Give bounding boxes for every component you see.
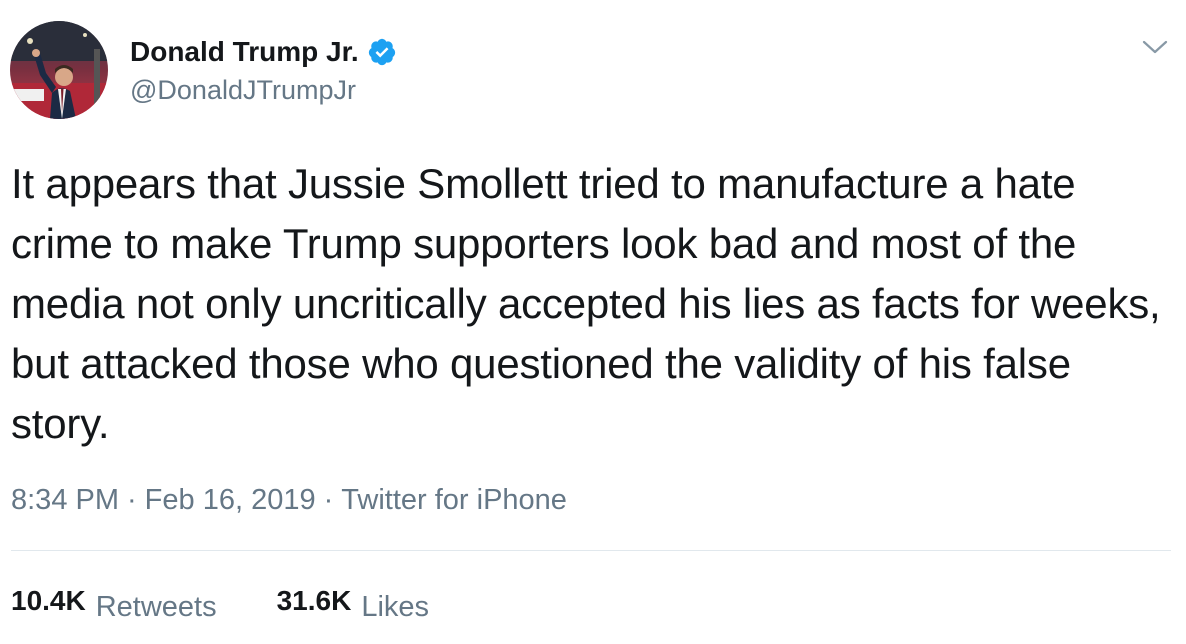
name-row: Donald Trump Jr. bbox=[130, 34, 397, 70]
avatar[interactable] bbox=[10, 21, 108, 119]
divider bbox=[11, 550, 1171, 551]
tweet-card: Donald Trump Jr. @DonaldJTrumpJr It appe… bbox=[0, 0, 1186, 644]
tweet-text: It appears that Jussie Smollett tried to… bbox=[11, 160, 1161, 447]
tweet-stats: 10.4K Retweets 31.6K Likes bbox=[11, 585, 429, 623]
retweets-count: 10.4K bbox=[11, 585, 86, 616]
likes-count: 31.6K bbox=[276, 585, 352, 616]
verified-badge-icon bbox=[367, 37, 397, 67]
tweet-meta: 8:34 PM · Feb 16, 2019 · Twitter for iPhone bbox=[11, 484, 567, 517]
retweets-stat[interactable]: 10.4K Retweets bbox=[11, 585, 217, 623]
display-name[interactable]: Donald Trump Jr. bbox=[130, 36, 359, 68]
chevron-down-icon[interactable] bbox=[1140, 36, 1170, 58]
likes-label: Likes bbox=[361, 591, 430, 623]
author-block[interactable]: Donald Trump Jr. @DonaldJTrumpJr bbox=[130, 34, 397, 106]
meta-separator: · bbox=[323, 484, 334, 516]
tweet-time[interactable]: 8:34 PM bbox=[11, 484, 119, 516]
tweet-source[interactable]: Twitter for iPhone bbox=[341, 484, 567, 516]
likes-stat[interactable]: 31.6K Likes bbox=[276, 585, 429, 623]
retweets-label: Retweets bbox=[95, 591, 217, 623]
handle[interactable]: @DonaldJTrumpJr bbox=[130, 75, 397, 106]
meta-separator: · bbox=[127, 484, 137, 516]
tweet-date[interactable]: Feb 16, 2019 bbox=[145, 484, 316, 516]
